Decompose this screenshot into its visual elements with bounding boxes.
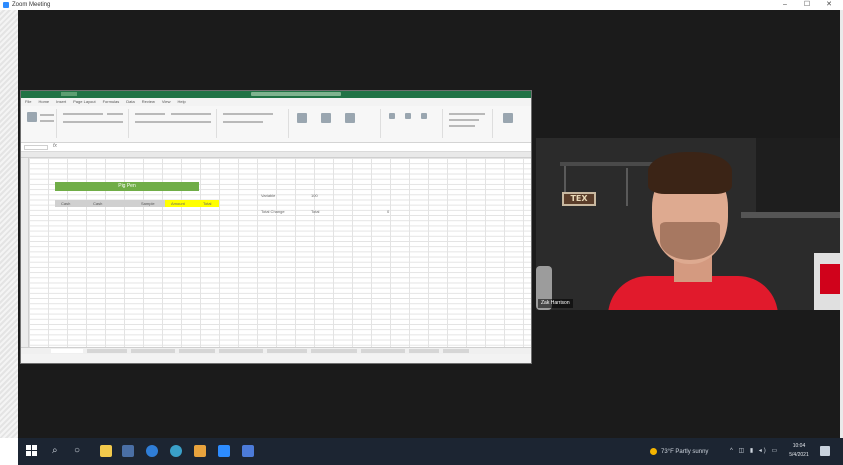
zoom-icon[interactable] xyxy=(218,445,230,457)
menu-tab-page-layout[interactable]: Page Layout xyxy=(73,98,95,106)
store-icon[interactable] xyxy=(122,445,134,457)
weather-text: 73°F Partly sunny xyxy=(661,448,709,455)
background-wall xyxy=(756,138,840,218)
table-cell: Amount xyxy=(171,201,185,206)
sheet-tab[interactable] xyxy=(409,349,439,353)
insert-cells-icon[interactable] xyxy=(389,113,395,119)
zoom-app-icon xyxy=(3,2,9,8)
sun-icon xyxy=(650,448,657,455)
clock-time: 10:04 xyxy=(792,443,806,449)
save-icon[interactable] xyxy=(61,92,77,96)
excel-ribbon xyxy=(21,106,531,143)
clock-date: 5/4/2021 xyxy=(789,452,809,458)
ribbon-group-cells xyxy=(383,109,443,138)
taskbar: ⌕ ○ 73°F Partly sunny ^ ◫ ▮ ◂) ▭ 10:04 5… xyxy=(18,438,843,465)
start-icon[interactable] xyxy=(26,445,38,457)
gaming-chair-accent xyxy=(820,264,840,294)
screen: Zoom Meeting – ☐ ✕ File Home Insert Page… xyxy=(0,0,843,465)
ribbon-group-analysis xyxy=(495,109,529,138)
participant-video[interactable]: TEX Zak Harrison xyxy=(536,138,840,310)
menu-tab-review[interactable]: Review xyxy=(142,98,155,106)
side-label: Variable xyxy=(261,193,276,198)
chrome-icon[interactable] xyxy=(170,445,182,457)
side-label: Total xyxy=(311,209,320,214)
ribbon-group-editing xyxy=(445,109,493,138)
ribbon-group-number xyxy=(219,109,289,138)
status-bar xyxy=(21,354,531,363)
excel-icon[interactable] xyxy=(242,445,254,457)
side-value: 100 xyxy=(311,193,318,198)
maximize-button[interactable]: ☐ xyxy=(800,0,814,10)
table-row[interactable]: Cash Cash Sample xyxy=(55,200,165,207)
task-view-icon[interactable]: ○ xyxy=(74,443,80,459)
sheet-tab[interactable] xyxy=(267,349,307,353)
participant-beard xyxy=(660,222,720,260)
conditional-format-icon[interactable] xyxy=(297,113,307,123)
close-button[interactable]: ✕ xyxy=(822,0,836,10)
table-cell: Cash xyxy=(61,201,71,206)
weather-widget[interactable]: 73°F Partly sunny xyxy=(650,438,708,465)
menu-tab-view[interactable]: View xyxy=(162,98,171,106)
excel-menu-tabs: File Home Insert Page Layout Formulas Da… xyxy=(21,98,531,106)
sheet-tab[interactable] xyxy=(311,349,357,353)
row-headers xyxy=(21,158,29,347)
participant-name-label: Zak Harrison xyxy=(538,299,573,308)
minimize-button[interactable]: – xyxy=(778,0,792,10)
notification-icon[interactable] xyxy=(820,446,830,456)
window-title: Zoom Meeting xyxy=(12,2,51,8)
sheet-tab-active[interactable] xyxy=(51,349,83,353)
highlighted-cells[interactable]: Amount Total xyxy=(165,200,219,207)
participant-hair xyxy=(648,152,732,194)
sheet-tab[interactable] xyxy=(443,349,469,353)
ribbon-group-alignment xyxy=(131,109,217,138)
shared-excel-window[interactable]: File Home Insert Page Layout Formulas Da… xyxy=(20,90,532,364)
search-icon[interactable]: ⌕ xyxy=(52,443,58,459)
sheet-tab[interactable] xyxy=(219,349,263,353)
menu-tab-help[interactable]: Help xyxy=(177,98,185,106)
table-cell: Total xyxy=(203,201,212,206)
menu-tab-data[interactable]: Data xyxy=(126,98,134,106)
folder-icon[interactable] xyxy=(194,445,206,457)
menu-tab-insert[interactable]: Insert xyxy=(56,98,66,106)
background-shelf xyxy=(741,212,840,218)
cell-styles-icon[interactable] xyxy=(345,113,355,123)
desktop-strip xyxy=(0,10,18,438)
format-cells-icon[interactable] xyxy=(421,113,427,119)
table-cell: Cash xyxy=(93,201,103,206)
menu-tab-formulas[interactable]: Formulas xyxy=(103,98,120,106)
clock[interactable]: 10:04 5/4/2021 xyxy=(786,442,812,460)
ribbon-group-font xyxy=(59,109,129,138)
file-explorer-icon[interactable] xyxy=(100,445,112,457)
menu-tab-home[interactable]: Home xyxy=(38,98,49,106)
sheet-tab[interactable] xyxy=(361,349,405,353)
analyze-data-icon[interactable] xyxy=(503,113,513,123)
system-tray[interactable]: ^ ◫ ▮ ◂) ▭ xyxy=(730,447,779,454)
format-table-icon[interactable] xyxy=(321,113,331,123)
background-sign-text: TEX xyxy=(564,194,594,204)
meeting-stage: File Home Insert Page Layout Formulas Da… xyxy=(18,10,840,438)
formula-bar: fx xyxy=(21,143,531,152)
ribbon-group-clipboard xyxy=(23,109,57,138)
ribbon-group-styles xyxy=(291,109,381,138)
sheet-tab[interactable] xyxy=(87,349,127,353)
paste-icon[interactable] xyxy=(27,112,37,122)
sheet-tab[interactable] xyxy=(179,349,215,353)
fx-icon: fx xyxy=(53,143,57,149)
delete-cells-icon[interactable] xyxy=(405,113,411,119)
merged-header-cell[interactable]: Pig Pen xyxy=(55,182,199,191)
document-name xyxy=(250,92,341,96)
background-frame xyxy=(626,168,628,206)
side-label: Total Change xyxy=(261,209,285,214)
sheet-tab[interactable] xyxy=(131,349,175,353)
table-cell: Sample xyxy=(141,201,155,206)
menu-tab-file[interactable]: File xyxy=(25,98,31,106)
edge-icon[interactable] xyxy=(146,445,158,457)
excel-title-bar xyxy=(21,91,531,98)
name-box[interactable] xyxy=(24,145,48,150)
zoom-title-bar: Zoom Meeting – ☐ ✕ xyxy=(0,0,843,10)
side-value: 0 xyxy=(387,209,390,214)
sheet-tab-bar xyxy=(21,347,531,354)
